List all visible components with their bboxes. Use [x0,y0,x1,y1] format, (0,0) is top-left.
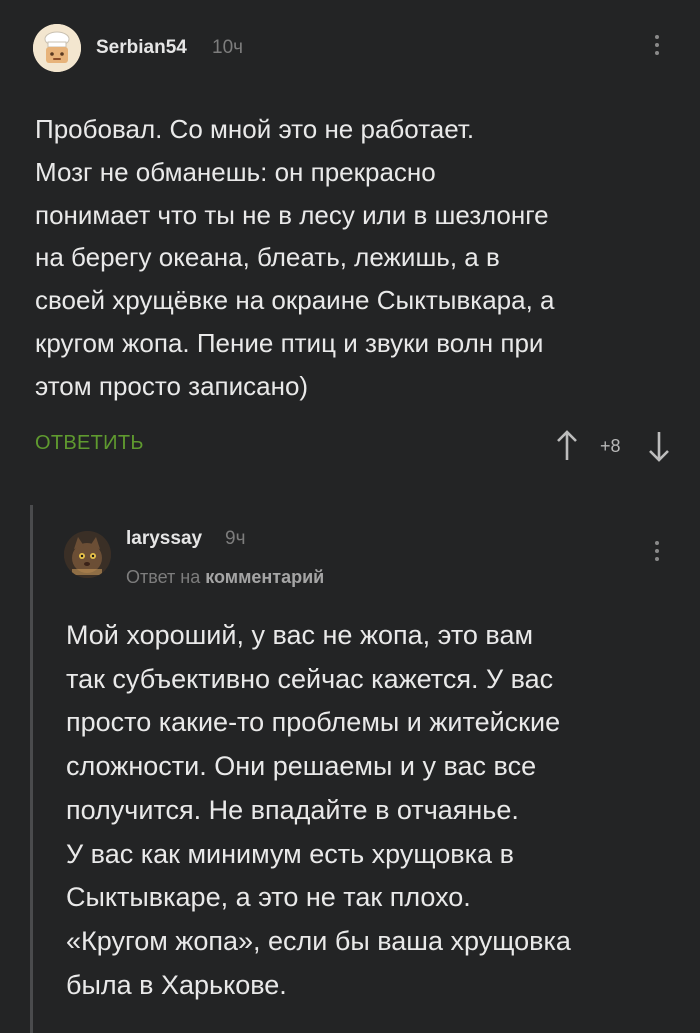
reply-button[interactable]: ОТВЕТИТЬ [35,432,144,455]
more-options-icon[interactable] [651,35,663,59]
reply-to-link[interactable]: комментарий [205,567,324,587]
comment-rating: +8 [600,436,621,456]
reply-to-prefix: Ответ на [126,567,201,587]
comment-body: Пробовал. Со мной это не работает. Мозг … [35,114,555,401]
reply-more-options-icon[interactable] [651,541,663,565]
arrow-up-icon [557,430,577,460]
thread-line[interactable] [30,505,33,1033]
comment-username[interactable]: Serbian54 [96,37,187,59]
chef-avatar-icon [33,24,81,72]
downvote-button[interactable] [648,430,670,469]
cat-avatar-icon [64,531,111,578]
avatar[interactable] [33,24,81,72]
comment-thread: Serbian54 10ч Пробовал. Со мной это не р… [0,0,700,1033]
reply-body: Мой хороший, у вас не жопа, это вам так … [66,620,571,1000]
reply-username[interactable]: laryssay [126,528,202,550]
reply-timestamp: 9ч [225,528,246,549]
comment-timestamp: 10ч [212,37,244,58]
reply-avatar[interactable] [64,531,111,578]
upvote-button[interactable] [556,428,578,467]
arrow-down-icon [649,432,669,462]
reply-to-line: Ответ на комментарий [126,567,324,588]
